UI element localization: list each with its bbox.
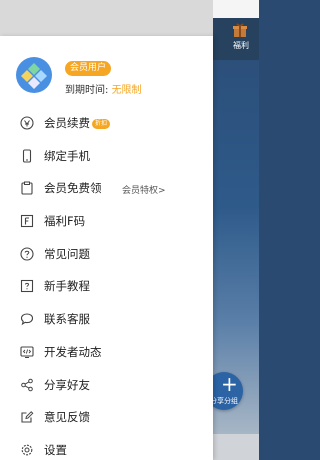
menu-label: 新手教程 bbox=[44, 279, 90, 294]
menu-item-tutorial[interactable]: 新手教程 bbox=[0, 271, 213, 304]
background-bottom-bar bbox=[213, 434, 259, 460]
menu-item-developer-news[interactable]: 开发者动态 bbox=[0, 337, 213, 370]
code-icon bbox=[20, 345, 34, 359]
menu-label: 绑定手机 bbox=[44, 148, 90, 163]
expire-info: 到期时间: 无限制 bbox=[65, 81, 142, 96]
background-status-strip bbox=[213, 0, 259, 18]
discount-badge: 折扣 bbox=[92, 119, 111, 129]
menu-label: 会员免费领 bbox=[44, 181, 102, 196]
gift-label: 福利 bbox=[233, 41, 249, 50]
menu-item-f-code[interactable]: 福利F码 bbox=[0, 206, 213, 239]
phone-icon bbox=[20, 149, 34, 163]
gift-icon[interactable] bbox=[232, 22, 248, 38]
menu-label: 设置 bbox=[44, 442, 67, 457]
gear-icon bbox=[20, 443, 34, 457]
menu-label: 联系客服 bbox=[44, 312, 90, 327]
menu-label: 意见反馈 bbox=[44, 410, 90, 425]
menu-item-faq[interactable]: 常见问题 bbox=[0, 239, 213, 272]
share-icon bbox=[20, 378, 34, 392]
menu-label: 开发者动态 bbox=[44, 344, 102, 359]
vip-renew-icon bbox=[20, 116, 34, 130]
side-drawer: 会员用户 到期时间: 无限制 会员续费 折扣 绑定手机 会员免费领 会员特权> bbox=[0, 36, 213, 460]
clipboard-icon bbox=[20, 181, 34, 195]
vip-privilege-link[interactable]: 会员特权> bbox=[122, 183, 166, 196]
share-group-label: 分享分组 bbox=[210, 397, 238, 405]
plus-icon: + bbox=[221, 372, 238, 396]
menu-item-vip-renew[interactable]: 会员续费 折扣 bbox=[0, 108, 213, 141]
menu-item-contact-support[interactable]: 联系客服 bbox=[0, 304, 213, 337]
tutorial-icon bbox=[20, 279, 34, 293]
drawer-menu: 会员续费 折扣 绑定手机 会员免费领 会员特权> 福利F码 常见问题 新手教程 … bbox=[0, 108, 213, 460]
menu-label: 福利F码 bbox=[44, 214, 86, 229]
avatar[interactable] bbox=[16, 57, 52, 93]
member-badge: 会员用户 bbox=[65, 61, 112, 76]
expire-value: 无限制 bbox=[111, 85, 142, 96]
drawer-status-strip bbox=[0, 0, 213, 36]
expire-label: 到期时间: bbox=[65, 85, 109, 96]
f-code-icon bbox=[20, 214, 34, 228]
menu-item-settings[interactable]: 设置 bbox=[0, 435, 213, 460]
menu-item-share-friends[interactable]: 分享好友 bbox=[0, 370, 213, 403]
menu-item-bind-phone[interactable]: 绑定手机 bbox=[0, 141, 213, 174]
profile-section[interactable]: 会员用户 到期时间: 无限制 bbox=[16, 57, 206, 97]
menu-item-feedback[interactable]: 意见反馈 bbox=[0, 402, 213, 435]
menu-item-free-vip[interactable]: 会员免费领 会员特权> bbox=[0, 173, 213, 206]
question-icon bbox=[20, 247, 34, 261]
menu-label: 常见问题 bbox=[44, 246, 90, 261]
chat-icon bbox=[20, 312, 34, 326]
menu-label: 分享好友 bbox=[44, 377, 90, 392]
menu-label: 会员续费 bbox=[44, 116, 90, 130]
edit-icon bbox=[20, 410, 34, 424]
